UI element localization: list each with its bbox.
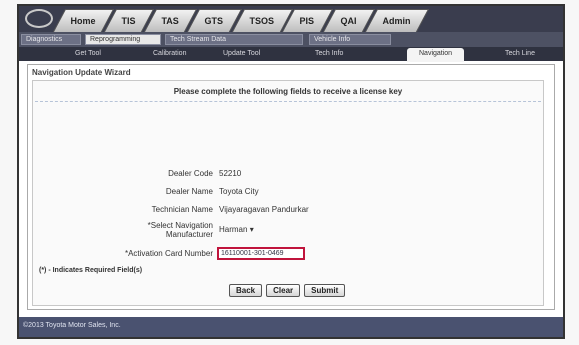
instructions-text: Please complete the following fields to … bbox=[173, 87, 403, 96]
copyright-text: ©2013 Toyota Motor Sales, Inc. bbox=[23, 322, 121, 329]
sub-navigation: Diagnostics Reprogramming Tech Stream Da… bbox=[19, 32, 563, 47]
activation-card-label: *Activation Card Number bbox=[124, 249, 213, 258]
required-note: (*) - Indicates Required Field(s) bbox=[39, 267, 143, 274]
app-window: Home TIS TAS GTS TSOS PIS QAI Admin Diag… bbox=[17, 4, 565, 339]
main-tabs: Home TIS TAS GTS TSOS PIS QAI Admin bbox=[52, 9, 430, 32]
dealer-name-value: Toyota City bbox=[219, 187, 259, 196]
section-navigation: Get Tool Calibration Update Tool Tech In… bbox=[19, 47, 563, 62]
tab-admin[interactable]: Admin bbox=[364, 9, 430, 32]
technician-name-label: Technician Name bbox=[151, 205, 213, 214]
chevron-down-icon: ▾ bbox=[249, 225, 254, 234]
nav-item-update-tool[interactable]: Update Tool bbox=[223, 48, 260, 60]
clear-button[interactable]: Clear bbox=[266, 284, 301, 297]
nav-item-get-tool[interactable]: Get Tool bbox=[75, 48, 101, 60]
nav-item-tech-info[interactable]: Tech Info bbox=[315, 48, 343, 60]
wizard-panel: Navigation Update Wizard Please complete… bbox=[27, 64, 555, 310]
footer-bar: ©2013 Toyota Motor Sales, Inc. bbox=[19, 317, 563, 337]
toyota-logo-icon bbox=[25, 9, 53, 28]
submit-button[interactable]: Submit bbox=[304, 284, 346, 297]
back-button[interactable]: Back bbox=[229, 284, 263, 297]
activation-row: *Activation Card Number 16110001-301-046… bbox=[33, 247, 543, 261]
form-buttons: Back Clear Submit bbox=[229, 284, 346, 297]
dealer-code-value: 52210 bbox=[219, 169, 242, 178]
manufacturer-row: *Select Navigation Manufacturer Harman ▾ bbox=[33, 221, 543, 243]
form-area: Please complete the following fields to … bbox=[32, 80, 544, 306]
top-bar: Home TIS TAS GTS TSOS PIS QAI Admin bbox=[19, 6, 563, 32]
nav-item-tech-line[interactable]: Tech Line bbox=[505, 48, 535, 60]
manufacturer-select-value: Harman bbox=[219, 225, 248, 234]
subnav-item-diagnostics[interactable]: Diagnostics bbox=[21, 34, 81, 45]
subnav-item-tech-stream-data[interactable]: Tech Stream Data bbox=[165, 34, 303, 45]
panel-title: Navigation Update Wizard bbox=[32, 68, 131, 77]
divider bbox=[35, 101, 541, 102]
dealer-code-row: Dealer Code 52210 bbox=[33, 169, 543, 181]
subnav-item-vehicle-info[interactable]: Vehicle Info bbox=[309, 34, 391, 45]
subnav-item-reprogramming[interactable]: Reprogramming bbox=[85, 34, 161, 45]
manufacturer-label-line-2: Manufacturer bbox=[165, 230, 213, 239]
dealer-name-label: Dealer Name bbox=[165, 187, 213, 196]
nav-item-navigation[interactable]: Navigation bbox=[407, 48, 465, 62]
technician-name-row: Technician Name Vijayaragavan Pandurkar bbox=[33, 205, 543, 217]
manufacturer-select[interactable]: Harman ▾ bbox=[219, 225, 254, 234]
dealer-name-row: Dealer Name Toyota City bbox=[33, 187, 543, 199]
nav-item-calibration[interactable]: Calibration bbox=[153, 48, 186, 60]
technician-name-value: Vijayaragavan Pandurkar bbox=[219, 205, 309, 214]
manufacturer-label-line-1: *Select Navigation bbox=[147, 221, 213, 230]
activation-card-input[interactable]: 16110001-301-0469 bbox=[217, 247, 305, 260]
dealer-code-label: Dealer Code bbox=[168, 169, 213, 178]
